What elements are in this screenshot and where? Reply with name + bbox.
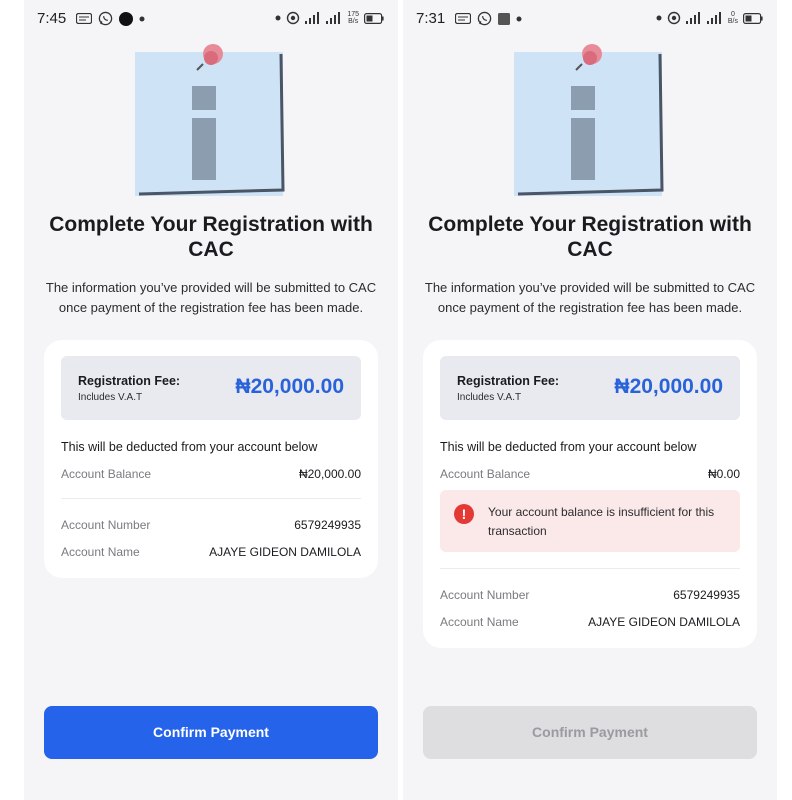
notification-dot-icon [656, 15, 662, 21]
network-speed-value: 0 [730, 11, 735, 18]
account-number-row: Account Number 6579249935 [61, 518, 361, 532]
confirm-payment-button[interactable]: Confirm Payment [44, 706, 378, 759]
network-speed-unit: B/s [727, 18, 738, 25]
account-name-value: AJAYE GIDEON DAMILOLA [209, 545, 361, 559]
fee-vat-note: Includes V.A.T [457, 392, 522, 403]
notification-dot-icon [275, 15, 281, 21]
status-time: 7:31 [416, 10, 446, 27]
account-name-row: Account Name AJAYE GIDEON DAMILOLA [440, 615, 740, 629]
record-dot-icon [119, 11, 133, 26]
payment-summary-card: Registration Fee: Includes V.A.T ₦20,000… [423, 340, 757, 648]
sms-icon [76, 13, 92, 24]
deduct-note: This will be deducted from your account … [440, 440, 697, 454]
account-number-value: 6579249935 [294, 518, 361, 532]
signal-icon [305, 12, 321, 24]
signal-icon [326, 12, 342, 24]
registration-fee-box: Registration Fee: Includes V.A.T ₦20,000… [440, 356, 740, 420]
account-number-row: Account Number 6579249935 [440, 588, 740, 602]
status-bar: 7:31 0 B/s [403, 0, 777, 36]
signal-icon [706, 12, 723, 24]
fee-amount: ₦20,000.00 [235, 375, 344, 398]
insufficient-balance-alert: ! Your account balance is insufficient f… [440, 490, 740, 552]
info-note-illustration [510, 40, 670, 200]
screen-insufficient-balance: 7:31 0 B/s Complete Your Registration wi… [403, 0, 777, 800]
status-right-icons: 0 B/s [656, 11, 763, 25]
screen-sufficient-balance: 7:45 175 B/s Complete Your Registration … [24, 0, 398, 800]
divider [61, 498, 361, 499]
page-title: Complete Your Registration with CAC [428, 213, 752, 261]
network-speed-unit: B/s [348, 18, 359, 25]
status-left-icons [76, 11, 145, 26]
signal-icon [685, 12, 702, 24]
status-bar: 7:45 175 B/s [24, 0, 398, 36]
account-name-label: Account Name [61, 545, 140, 559]
page-title: Complete Your Registration with CAC [49, 213, 373, 261]
battery-icon [743, 12, 763, 24]
divider [440, 568, 740, 569]
account-balance-row: Account Balance ₦0.00 [440, 467, 740, 481]
location-icon [667, 11, 681, 25]
account-name-row: Account Name AJAYE GIDEON DAMILOLA [61, 545, 361, 559]
fee-label: Registration Fee: [457, 374, 560, 388]
payment-summary-card: Registration Fee: Includes V.A.T ₦20,000… [44, 340, 378, 578]
confirm-payment-button[interactable]: Confirm Payment [423, 706, 757, 759]
sms-icon [455, 13, 471, 24]
account-number-value: 6579249935 [673, 588, 740, 602]
page-description: The information you’ve provided will be … [45, 280, 377, 315]
fee-label: Registration Fee: [78, 374, 181, 388]
deduct-note: This will be deducted from your account … [61, 440, 318, 454]
account-balance-row: Account Balance ₦20,000.00 [61, 467, 361, 481]
status-right-icons: 175 B/s [275, 11, 384, 25]
account-balance-label: Account Balance [440, 467, 531, 481]
stop-square-icon [498, 12, 510, 25]
fee-vat-note: Includes V.A.T [78, 392, 143, 403]
battery-icon [364, 12, 384, 24]
status-time: 7:45 [37, 10, 67, 27]
network-speed-value: 175 [347, 11, 359, 18]
account-name-label: Account Name [440, 615, 519, 629]
network-speed: 175 B/s [347, 11, 359, 25]
location-icon [286, 11, 300, 25]
error-icon: ! [454, 504, 474, 524]
account-balance-value: ₦0.00 [707, 467, 740, 481]
whatsapp-icon [98, 11, 113, 26]
account-number-label: Account Number [61, 518, 151, 532]
notification-dot-icon [516, 16, 522, 22]
page-description: The information you’ve provided will be … [424, 280, 756, 315]
account-balance-value: ₦20,000.00 [298, 467, 361, 481]
whatsapp-icon [477, 11, 492, 26]
status-left-icons [455, 11, 522, 26]
fee-amount: ₦20,000.00 [614, 375, 723, 398]
error-message: Your account balance is insufficient for… [488, 505, 715, 538]
info-note-illustration [131, 40, 291, 200]
account-name-value: AJAYE GIDEON DAMILOLA [588, 615, 740, 629]
notification-dot-icon [139, 16, 145, 22]
network-speed: 0 B/s [728, 11, 738, 25]
account-number-label: Account Number [440, 588, 530, 602]
registration-fee-box: Registration Fee: Includes V.A.T ₦20,000… [61, 356, 361, 420]
account-balance-label: Account Balance [61, 467, 152, 481]
